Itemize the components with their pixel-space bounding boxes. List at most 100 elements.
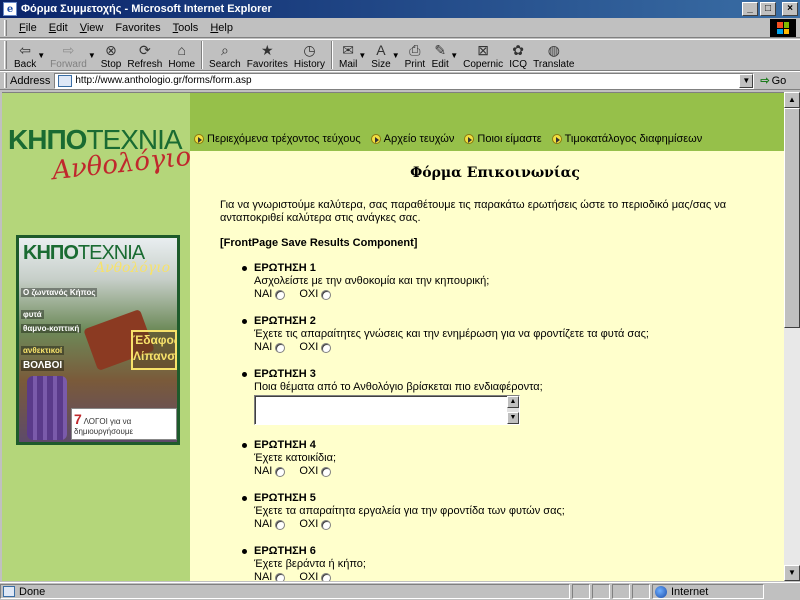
edit-dropdown[interactable]: ▼ xyxy=(450,51,458,60)
refresh-icon: ⟳ xyxy=(138,42,151,58)
cover-tag: φυτά xyxy=(21,310,44,319)
mail-button[interactable]: ✉ Mail xyxy=(336,40,360,70)
refresh-button[interactable]: ⟳ Refresh xyxy=(124,40,165,70)
status-bar: Done Internet xyxy=(0,582,800,600)
edit-page-icon: ✎ xyxy=(434,42,447,58)
left-panel: ΚΗΠΟΤΕΧΝΙΑ Ανθολόγιο ΚΗΠΟΤΕΧΝΙΑ Ανθολόγι… xyxy=(2,93,193,581)
scroll-down-button[interactable]: ▼ xyxy=(784,565,800,581)
title-bar: e Φόρμα Συμμετοχής - Microsoft Internet … xyxy=(0,0,800,18)
textarea-scrollbar[interactable]: ▲ ▼ xyxy=(507,396,519,424)
menu-edit[interactable]: Edit xyxy=(43,22,74,34)
menu-tools[interactable]: Tools xyxy=(167,22,205,34)
q6-no-radio[interactable] xyxy=(321,572,332,581)
address-dropdown[interactable]: ▼ xyxy=(739,73,754,88)
q5-yes-radio[interactable] xyxy=(275,519,286,530)
print-button[interactable]: ⎙ Print xyxy=(402,40,429,70)
window-controls: _ □ × xyxy=(742,2,798,16)
menu-file[interactable]: File xyxy=(13,22,43,34)
cover-tag: ανθεκτικοί xyxy=(21,346,65,355)
nav-bullet-icon xyxy=(370,134,381,144)
menu-view[interactable]: View xyxy=(74,22,110,34)
back-dropdown[interactable]: ▼ xyxy=(37,51,45,60)
edit-button[interactable]: ✎ Edit xyxy=(428,40,452,70)
search-button[interactable]: ⌕ Search xyxy=(206,40,244,70)
forward-arrow-icon: ⇨ xyxy=(62,42,75,58)
q1-yes-radio[interactable] xyxy=(275,289,286,300)
question-item: ΕΡΩΤΗΣΗ 5 Έχετε τα απαραίτητα εργαλεία γ… xyxy=(242,492,770,531)
q3-textarea[interactable]: ▲ ▼ xyxy=(254,395,520,425)
printer-icon: ⎙ xyxy=(409,42,421,58)
address-box[interactable]: ▼ xyxy=(54,72,755,89)
cover-bottom-box: 7 ΛΟΓΟΙ για να δημιουργήσουμε xyxy=(71,408,177,440)
icq-flower-icon: ✿ xyxy=(512,42,524,58)
nav-archive[interactable]: Αρχείο τευχών xyxy=(370,133,454,145)
addressbar-grip[interactable] xyxy=(4,73,7,88)
menubar-grip[interactable] xyxy=(4,19,7,36)
window-title: Φόρμα Συμμετοχής - Microsoft Internet Ex… xyxy=(21,3,272,15)
home-icon: ⌂ xyxy=(177,42,186,58)
status-text: Done xyxy=(19,585,46,598)
forward-button[interactable]: ⇨ Forward xyxy=(47,40,90,70)
close-button[interactable]: × xyxy=(782,2,798,16)
form-intro: Για να γνωριστούμε καλύτερα, σας παραθέτ… xyxy=(220,199,727,224)
go-button[interactable]: ⇨ Go xyxy=(760,74,786,88)
minimize-button[interactable]: _ xyxy=(742,2,758,16)
copernic-button[interactable]: ⊠ Copernic xyxy=(460,40,506,70)
q5-no-radio[interactable] xyxy=(321,519,332,530)
menu-help[interactable]: Help xyxy=(204,22,239,34)
address-input[interactable] xyxy=(75,75,736,86)
maximize-button[interactable]: □ xyxy=(760,2,776,16)
forward-dropdown[interactable]: ▼ xyxy=(88,51,96,60)
history-icon: ◷ xyxy=(303,42,316,58)
address-label: Address xyxy=(10,74,51,87)
q2-yes-radio[interactable] xyxy=(275,342,286,353)
site-nav: Περιεχόμενα τρέχοντος τεύχους Αρχείο τευ… xyxy=(194,131,712,147)
copernic-icon: ⊠ xyxy=(477,42,489,58)
home-button[interactable]: ⌂ Home xyxy=(165,40,198,70)
site-logo[interactable]: ΚΗΠΟΤΕΧΝΙΑ Ανθολόγιο xyxy=(8,125,193,195)
page-viewport: ΚΗΠΟΤΕΧΝΙΑ Ανθολόγιο ΚΗΠΟΤΕΧΝΙΑ Ανθολόγι… xyxy=(2,92,784,581)
stop-icon: ⊗ xyxy=(105,42,117,58)
scroll-up-button[interactable]: ▲ xyxy=(784,92,800,108)
page-scrollbar[interactable]: ▲ ▼ xyxy=(784,92,800,581)
q1-no-radio[interactable] xyxy=(321,289,332,300)
security-zone[interactable]: Internet xyxy=(652,584,764,599)
nav-bullet-icon xyxy=(551,134,562,144)
icq-button[interactable]: ✿ ICQ xyxy=(506,40,530,70)
form-title: Φόρμα Επικοινωνίας xyxy=(410,165,580,181)
question-list: ΕΡΩΤΗΣΗ 1 Ασχολείστε με την ανθοκομία κα… xyxy=(242,262,770,581)
toolbar-grip[interactable] xyxy=(4,41,7,69)
nav-about[interactable]: Ποιοι είμαστε xyxy=(464,133,542,145)
translate-globe-icon: ◍ xyxy=(547,42,560,58)
size-button[interactable]: A Size xyxy=(368,40,393,70)
size-dropdown[interactable]: ▼ xyxy=(392,51,400,60)
scroll-thumb[interactable] xyxy=(784,108,800,328)
q4-yes-radio[interactable] xyxy=(275,466,286,477)
magazine-cover[interactable]: ΚΗΠΟΤΕΧΝΙΑ Ανθολόγιο Ο ζωντανός Κήπος φυ… xyxy=(16,235,180,445)
history-button[interactable]: ◷ History xyxy=(291,40,328,70)
internet-globe-icon xyxy=(655,585,667,598)
back-arrow-icon: ⇦ xyxy=(19,42,31,58)
mail-dropdown[interactable]: ▼ xyxy=(358,51,366,60)
nav-ad-pricelist[interactable]: Τιμοκατάλογος διαφημίσεων xyxy=(551,133,702,145)
nav-bullet-icon xyxy=(194,134,204,144)
favorites-button[interactable]: ★ Favorites xyxy=(244,40,291,70)
question-item: ΕΡΩΤΗΣΗ 3 Ποια θέματα από το Ανθολόγιο β… xyxy=(242,368,770,425)
q2-no-radio[interactable] xyxy=(321,342,332,353)
frontpage-note: [FrontPage Save Results Component] xyxy=(220,237,418,249)
cover-tag: ΒΟΛΒΟΙ xyxy=(21,360,65,371)
cover-tag: Ο ζωντανός Κήπος xyxy=(21,288,98,297)
q6-yes-radio[interactable] xyxy=(275,572,286,581)
translate-button[interactable]: ◍ Translate xyxy=(530,40,577,70)
stop-button[interactable]: ⊗ Stop xyxy=(98,40,125,70)
nav-bullet-icon xyxy=(464,134,475,144)
q4-no-radio[interactable] xyxy=(321,466,332,477)
menu-bar: File Edit View Favorites Tools Help xyxy=(0,18,800,38)
question-item: ΕΡΩΤΗΣΗ 6 Έχετε βεράντα ή κήπο; ΝΑΙ ΟΧΙ xyxy=(242,545,770,581)
question-item: ΕΡΩΤΗΣΗ 2 Έχετε τις απαραίτητες γνώσεις … xyxy=(242,315,770,354)
cover-tag: θαμνο-κοπτική xyxy=(21,324,82,333)
hyacinth-image xyxy=(27,376,67,440)
menu-favorites[interactable]: Favorites xyxy=(109,22,166,34)
back-button[interactable]: ⇦ Back xyxy=(11,40,39,70)
nav-current-issue[interactable]: Περιεχόμενα τρέχοντος τεύχους xyxy=(194,133,361,145)
